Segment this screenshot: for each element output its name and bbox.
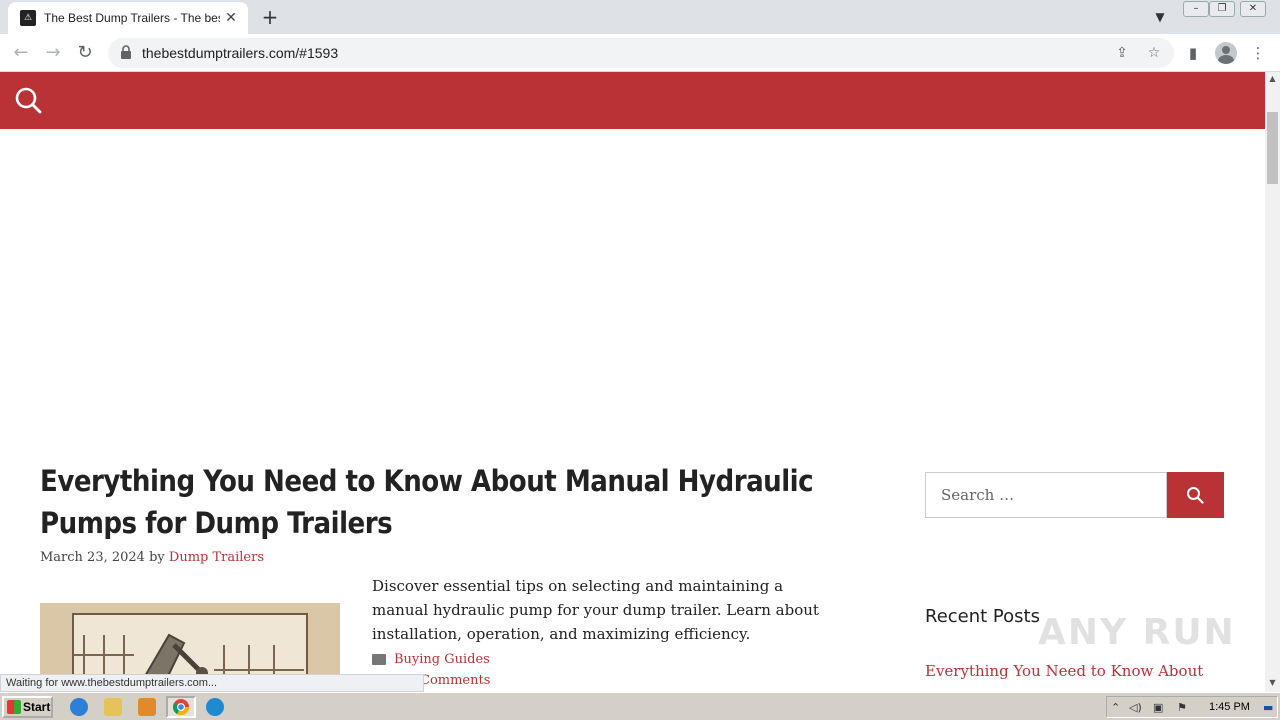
author-link[interactable]: Dump Trailers [169,550,264,565]
sidebar-search-button[interactable] [1167,472,1224,518]
edge-icon[interactable] [206,698,224,716]
start-button[interactable]: Start [2,696,53,718]
page-scrollbar[interactable]: ▲ ▼ [1265,72,1280,692]
windows-taskbar: Start ⌃ ◁) ▣ ⚑ 1:45 PM ▬ [0,692,1280,720]
post-meta: March 23, 2024 by Dump Trailers [40,550,264,565]
close-tab-icon[interactable]: ✕ [222,9,240,27]
site-header [0,72,1265,129]
chrome-icon [172,699,190,716]
browser-status-bubble: Waiting for www.thebestdumptrailers.com.… [0,674,424,692]
internet-explorer-icon[interactable] [70,698,88,716]
lock-icon [121,45,131,59]
close-window-button[interactable]: ✕ [1240,1,1266,17]
restore-button[interactable]: ❐ [1209,1,1235,17]
start-label: Start [23,700,51,714]
post-by: by [149,550,165,565]
search-icon[interactable] [14,86,42,114]
taskbar-clock[interactable]: 1:45 PM [1209,701,1250,713]
back-arrow-icon[interactable]: ← [8,40,34,66]
address-bar[interactable]: thebestdumptrailers.com/#1593 ⇪ ☆ [108,38,1174,68]
browser-toolbar: ← → ↻ thebestdumptrailers.com/#1593 ⇪ ☆ … [0,34,1280,72]
recent-posts-heading: Recent Posts [925,606,1040,627]
kebab-menu-icon[interactable]: ⋮ [1247,42,1269,64]
browser-tab[interactable]: ⚠ The Best Dump Trailers - The best du ✕ [8,2,248,34]
windows-logo-icon [7,700,21,714]
sidebar-search-input[interactable]: Search … [925,472,1167,518]
alert-triangle-icon: ⚠ [20,10,36,26]
anyrun-watermark: ANY RUN [1038,612,1236,653]
chevron-down-icon[interactable]: ▼ [1150,7,1170,27]
recent-post-link[interactable]: Everything You Need to Know About [925,662,1203,680]
volume-icon[interactable]: ◁) [1129,701,1142,714]
folder-icon [372,654,386,665]
search-icon [1187,487,1204,504]
system-tray: ⌃ ◁) ▣ ⚑ 1:45 PM ▬ [1106,696,1278,718]
action-center-flag-icon[interactable]: ⚑ [1177,701,1187,714]
file-explorer-icon[interactable] [104,698,122,716]
profile-avatar-icon[interactable] [1215,42,1237,64]
network-icon[interactable]: ▣ [1153,701,1163,714]
comments-link[interactable]: Comments [420,673,490,688]
post-date: March 23, 2024 [40,550,145,565]
side-panel-icon[interactable]: ▮ [1182,42,1204,64]
chrome-taskbar-button[interactable] [166,696,196,718]
forward-arrow-icon[interactable]: → [40,40,66,66]
share-icon[interactable]: ⇪ [1112,43,1132,63]
browser-tab-strip: ⚠ The Best Dump Trailers - The best du ✕… [0,0,1280,34]
minimize-button[interactable]: – [1183,1,1209,17]
url-text: thebestdumptrailers.com/#1593 [142,45,339,61]
tab-title: The Best Dump Trailers - The best du [44,11,220,25]
category-row: Buying Guides [372,652,490,667]
scroll-down-arrow-icon[interactable]: ▼ [1265,676,1280,690]
reload-icon[interactable]: ↻ [72,40,98,66]
search-placeholder: Search … [941,486,1015,504]
article-excerpt: Discover essential tips on selecting and… [372,577,819,643]
show-hidden-icons-icon[interactable]: ⌃ [1111,701,1120,714]
scroll-thumb[interactable] [1267,112,1278,184]
article-title[interactable]: Everything You Need to Know About Manual… [40,460,840,544]
new-tab-button[interactable]: + [258,5,282,29]
category-link[interactable]: Buying Guides [394,652,490,667]
star-bookmark-icon[interactable]: ☆ [1144,43,1164,63]
media-player-icon[interactable] [138,698,156,716]
scroll-up-arrow-icon[interactable]: ▲ [1265,72,1280,86]
page-viewport: Everything You Need to Know About Manual… [0,72,1265,692]
show-desktop-icon[interactable]: ▬ [1263,701,1273,714]
